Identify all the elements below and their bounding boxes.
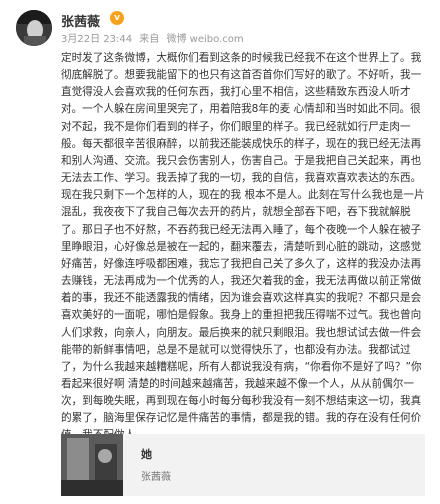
post-time[interactable]: 3月22日 23:44 bbox=[61, 34, 132, 45]
card-subtitle: 张茜薇 bbox=[141, 472, 171, 483]
post-meta: 3月22日 23:44 来自 微博 weibo.com bbox=[61, 30, 248, 45]
vip-badge-icon: v bbox=[110, 11, 124, 25]
avatar[interactable] bbox=[16, 10, 52, 46]
post-body-text: 定时发了这条微博，大概你们看到这条的时候我已经我不在这个世界上了。我彻底解脱了。… bbox=[61, 52, 425, 441]
user-name[interactable]: 张茜薇 bbox=[61, 11, 100, 30]
source-prefix: 来自 bbox=[139, 34, 160, 45]
post-source[interactable]: 微博 weibo.com bbox=[166, 34, 243, 45]
music-card[interactable]: 她 张茜薇 bbox=[61, 434, 425, 496]
post-body: 定时发了这条微博，大概你们看到这条的时候我已经我不在这个世界上了。我彻底解脱了。… bbox=[61, 50, 425, 445]
card-title: 她 bbox=[141, 448, 152, 461]
post-header: 张茜薇 v 3月22日 23:44 来自 微博 weibo.com bbox=[0, 0, 440, 48]
card-thumbnail bbox=[61, 434, 123, 496]
